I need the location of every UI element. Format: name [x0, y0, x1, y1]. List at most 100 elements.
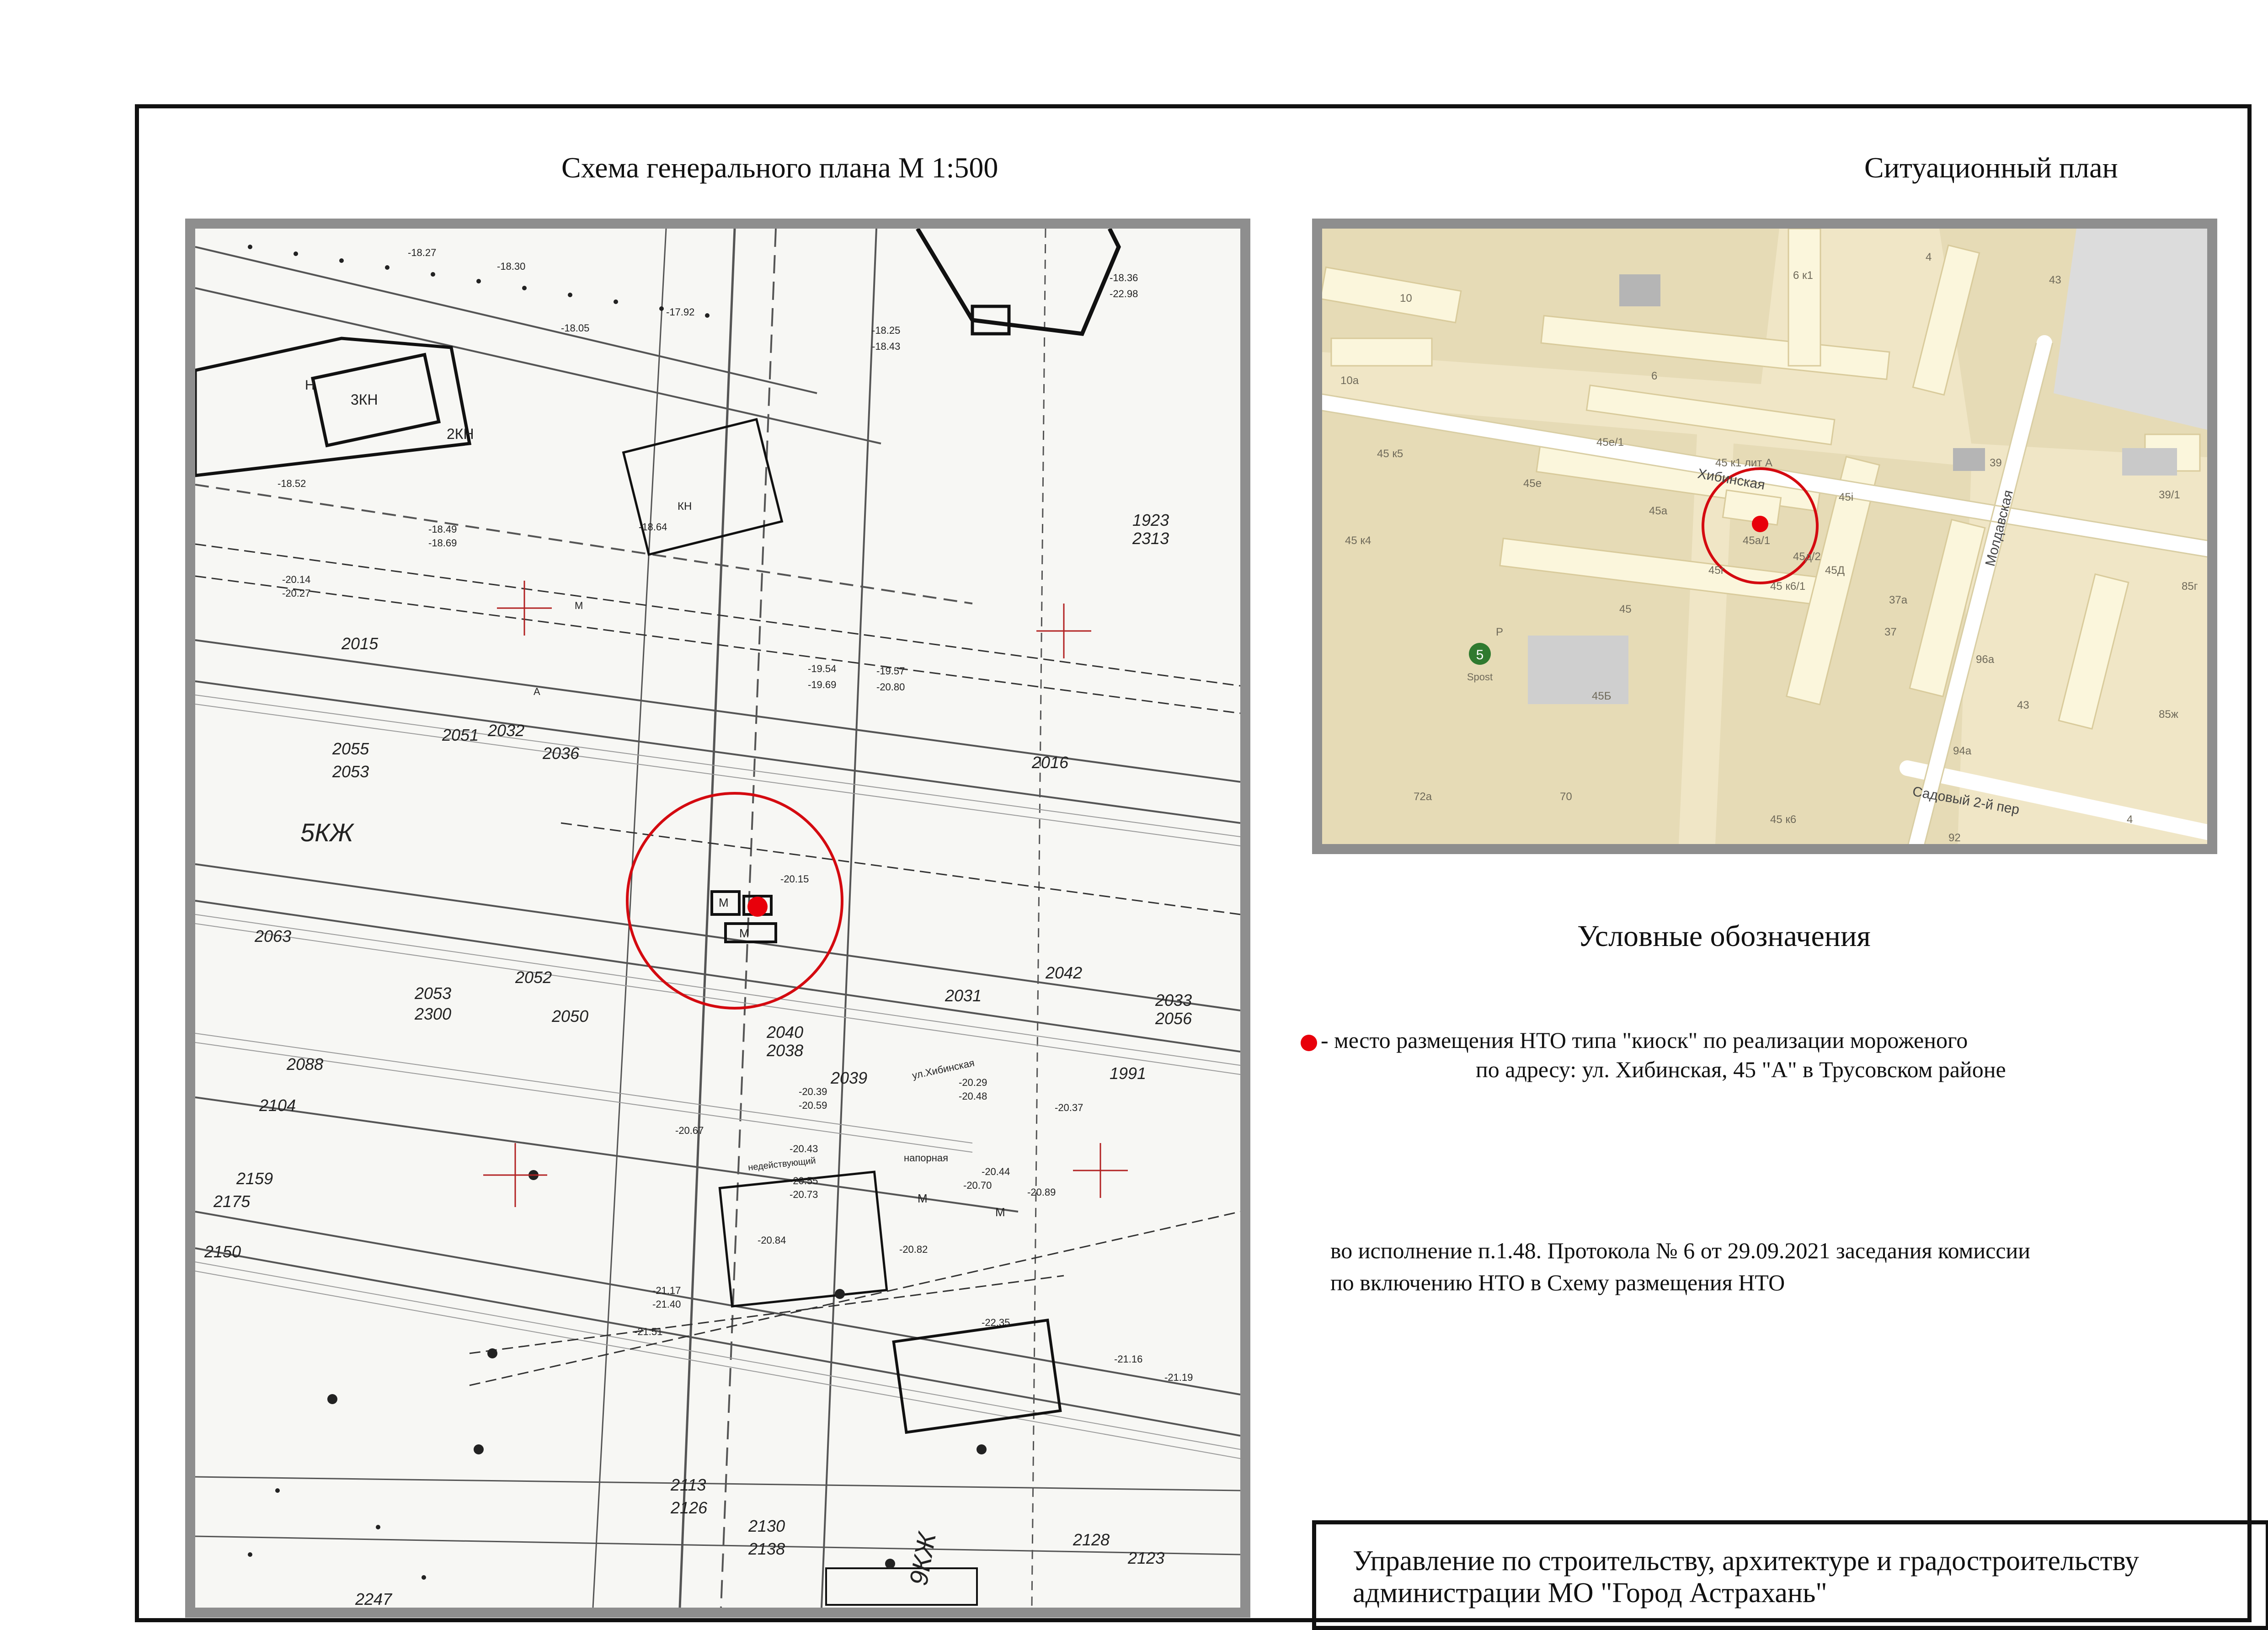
protocol-note-line1: во исполнение п.1.48. Протокола № 6 от 2…: [1330, 1238, 2030, 1263]
roof-grey: [1953, 448, 1985, 471]
marker-m5-label: М: [995, 1205, 1005, 1219]
survey-number: 2150: [204, 1242, 241, 1261]
elev-label: -20.37: [1055, 1102, 1083, 1113]
survey-number: 2051: [442, 726, 479, 744]
elev-label: -20.39: [799, 1086, 827, 1097]
survey-number: 2040: [766, 1023, 803, 1042]
survey-number: 2128: [1073, 1530, 1110, 1549]
store-label: Spost: [1467, 671, 1493, 683]
roof-grey: [2122, 448, 2177, 476]
elev-label: -20.27: [282, 588, 310, 599]
building-label: 43: [2017, 699, 2029, 711]
building-label: 10: [1400, 292, 1412, 305]
building-label: 45 к4: [1345, 534, 1371, 547]
elev-label: -21.40: [652, 1299, 681, 1310]
elev-label: -21.17: [652, 1285, 681, 1296]
survey-number: 2063: [254, 927, 291, 946]
survey-number: 2104: [259, 1096, 296, 1115]
elev-label: -20.73: [790, 1189, 818, 1200]
title-block-line2: администрации МО "Город Астрахань": [1353, 1577, 1827, 1609]
survey-number: 2175: [213, 1192, 251, 1211]
elev-label: -20.48: [959, 1090, 987, 1102]
elev-label: -22.98: [1110, 288, 1138, 299]
elev-label: -18.05: [561, 322, 589, 334]
building-label: 45 к5: [1377, 448, 1403, 460]
building-label: 45і: [1839, 491, 1853, 503]
situation-title: Ситуационный план: [1864, 151, 2118, 184]
building-label: 45 к6/1: [1770, 580, 1805, 593]
survey-number: 2042: [1045, 963, 1082, 982]
building-label: 72а: [1414, 791, 1432, 803]
survey-number: 2052: [515, 968, 552, 987]
building-label: 37: [1884, 626, 1897, 638]
elev-label: -19.57: [876, 665, 905, 677]
building-label: 37а: [1889, 594, 1908, 606]
elev-label: -20.84: [758, 1235, 786, 1246]
survey-number: 2138: [748, 1539, 785, 1558]
building-label: 45: [1619, 603, 1632, 615]
survey-number: 1923: [1132, 511, 1169, 529]
elev-label: -21.19: [1164, 1372, 1193, 1383]
title-block-line1: Управление по строительству, архитектуре…: [1353, 1545, 2139, 1577]
elev-label: -22.35: [982, 1317, 1010, 1328]
survey-number: 2123: [1127, 1549, 1164, 1567]
store-building: [1528, 636, 1628, 704]
elev-label: -20.14: [282, 574, 310, 585]
survey-number: 2053: [414, 984, 451, 1003]
building-label: 94а: [1953, 745, 1972, 757]
mark-a-label: А: [534, 686, 540, 697]
marker-m2-label: М: [719, 896, 729, 909]
building-label: 6: [1651, 370, 1657, 382]
roof-grey: [1619, 274, 1660, 306]
elev-label: -18.25: [872, 325, 900, 336]
plan-title: Схема генерального плана М 1:500: [561, 151, 998, 184]
pipe-label: напорная: [904, 1152, 948, 1164]
legend-marker-icon: [1301, 1034, 1317, 1051]
survey-number: 2300: [414, 1005, 451, 1023]
protocol-note-line2: по включению НТО в Схему размещения НТО: [1330, 1270, 1785, 1295]
kvartal-5kzh-label: 5КЖ: [300, 818, 355, 847]
legend-item-address: по адресу: ул. Хибинская, 45 "А" в Трусо…: [1476, 1057, 2006, 1082]
elev-label: -18.49: [428, 524, 457, 535]
building-label: 85г: [2182, 580, 2198, 593]
elev-label: -21.16: [1114, 1353, 1142, 1365]
general-plan-map[interactable]: Н 3КН 2КН КН 5КЖ 9КЖ ул.Хибинская напорн…: [185, 219, 1250, 1618]
legend-title: Условные обозначения: [1577, 919, 1871, 953]
building-label: 45д/2: [1793, 550, 1821, 563]
elev-label: -19.54: [808, 663, 836, 674]
marker-m1-label: М: [575, 600, 583, 611]
survey-number: 2016: [1031, 753, 1069, 772]
situation-map-drawing: 5 Spost Хибинская Молдавская Садовый 2-й…: [1322, 229, 2207, 844]
elev-label: -18.36: [1110, 272, 1138, 283]
building-label: 96а: [1976, 653, 1995, 666]
survey-number: 2032: [487, 721, 524, 740]
survey-number: 2313: [1132, 529, 1169, 548]
survey-number: 2130: [748, 1517, 785, 1535]
situation-map[interactable]: 5 Spost Хибинская Молдавская Садовый 2-й…: [1312, 219, 2217, 854]
elev-label: -18.64: [639, 521, 667, 533]
building-label: 45а: [1649, 505, 1668, 517]
building-label: 92: [1948, 832, 1961, 844]
kiosk-location-marker-map[interactable]: [1752, 516, 1768, 532]
building-label: 70: [1560, 791, 1572, 803]
building-label: 45е/1: [1596, 436, 1624, 449]
kiosk-location-marker[interactable]: [747, 897, 768, 917]
marker-m3-label: М: [739, 926, 749, 940]
survey-number: 2056: [1155, 1009, 1192, 1028]
protocol-note: во исполнение п.1.48. Протокола № 6 от 2…: [1330, 1235, 2030, 1299]
building-label: 10а: [1340, 374, 1359, 387]
building-label: 45а/1: [1743, 534, 1770, 547]
elev-label: -20.44: [982, 1166, 1010, 1177]
survey-number: 2031: [945, 986, 982, 1005]
survey-number: 2039: [830, 1069, 867, 1087]
elev-label: -21.51: [634, 1326, 662, 1337]
building-label: 45 к6: [1770, 813, 1796, 826]
survey-number: 2088: [286, 1055, 323, 1074]
elev-label: -20.89: [1027, 1186, 1056, 1198]
building-label: 45г: [1708, 564, 1725, 577]
survey-number: 2036: [542, 744, 580, 763]
survey-number: 2015: [341, 634, 379, 653]
survey-number: 2113: [670, 1475, 706, 1494]
elev-label: -20.59: [799, 1100, 827, 1111]
survey-number: 2050: [551, 1007, 588, 1026]
